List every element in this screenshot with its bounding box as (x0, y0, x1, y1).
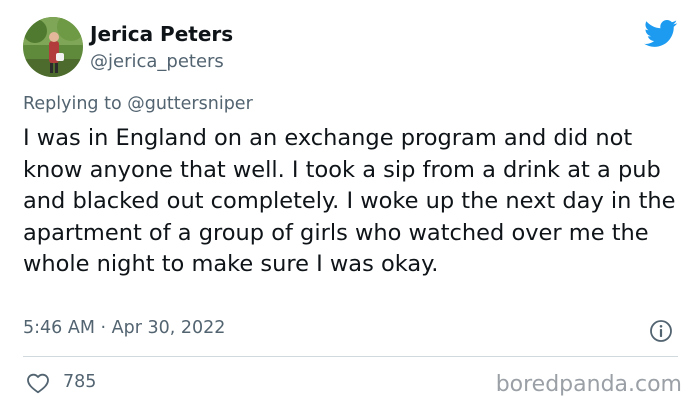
divider (23, 356, 678, 357)
reply-mention-link[interactable]: @guttersniper (127, 94, 253, 114)
author-name[interactable]: Jerica Peters (90, 22, 233, 46)
twitter-bird-icon (644, 20, 678, 48)
avatar[interactable] (23, 17, 83, 77)
author-handle[interactable]: @jerica_peters (90, 51, 224, 72)
watermark: boredpanda.com (495, 372, 682, 397)
tweet-timestamp[interactable]: 5:46 AM · Apr 30, 2022 (23, 318, 225, 338)
reply-context: Replying to @guttersniper (23, 94, 253, 114)
info-icon[interactable] (649, 319, 673, 343)
like-count: 785 (63, 372, 97, 392)
heart-icon[interactable] (26, 372, 50, 394)
reply-prefix: Replying to (23, 94, 128, 114)
tweet-text: I was in England on an exchange program … (23, 125, 676, 277)
